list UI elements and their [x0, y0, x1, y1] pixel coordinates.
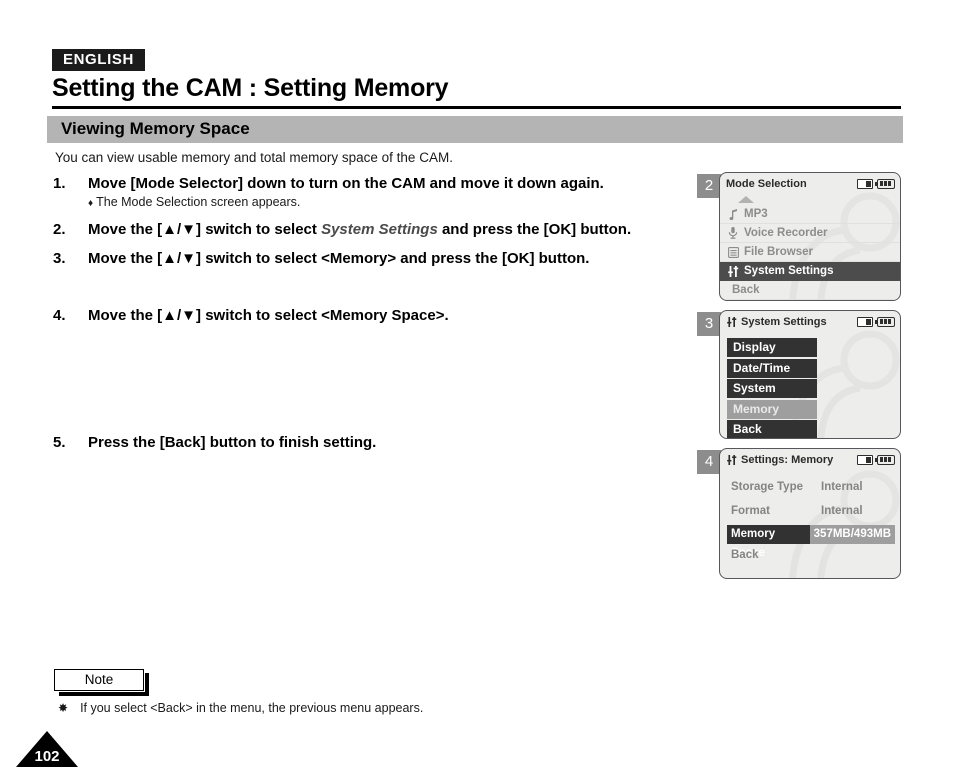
settings-sliders-icon — [726, 453, 738, 466]
title-divider — [52, 106, 901, 109]
setting-row-format[interactable]: Format Internal — [727, 501, 895, 520]
battery-icon — [875, 178, 895, 189]
menu-item-voice-recorder-label: Voice Recorder — [744, 227, 828, 239]
instruction-steps: 1. Move [Mode Selector] down to turn on … — [53, 175, 703, 451]
lcd-header-1: Mode Selection — [720, 173, 900, 194]
menu-item-file-browser[interactable]: File Browser — [720, 243, 900, 262]
note-bullet-icon: ✸ — [58, 701, 69, 715]
step-1-text: Move [Mode Selector] down to turn on the… — [88, 175, 604, 192]
note-label-box: Note — [54, 669, 149, 696]
step-3-number: 3. — [53, 250, 66, 267]
lcd-screen-mode-selection: Mode Selection MP3 Voice Recorder File B… — [719, 172, 901, 301]
lcd-title-2: System Settings — [741, 315, 827, 328]
setting-row-memory-space-value: 357MB/493MB — [809, 525, 895, 544]
lcd-status-icons-1 — [857, 178, 895, 189]
lcd-header-3: Settings: Memory — [720, 449, 900, 470]
section-header-bar: Viewing Memory Space — [47, 116, 903, 143]
microphone-icon — [727, 227, 739, 240]
menu-item-back-1[interactable]: Back — [720, 281, 900, 300]
step-4-text: Move the [▲/▼] switch to select <Memory … — [88, 307, 449, 324]
lcd-screen-system-settings: System Settings Display Date/Time System… — [719, 310, 901, 439]
page-number: 102 — [34, 748, 60, 765]
battery-icon — [875, 316, 895, 327]
step-1-number: 1. — [53, 175, 66, 192]
step-5-number: 5. — [53, 434, 66, 451]
menu-item-date-time[interactable]: Date/Time — [727, 358, 817, 378]
step-5: 5. Press the [Back] button to finish set… — [53, 434, 703, 451]
menu-item-file-browser-label: File Browser — [744, 246, 814, 258]
diamond-bullet-icon: ♦ — [88, 198, 94, 209]
menu-item-back-2[interactable]: Back — [727, 420, 817, 438]
note-text: If you select <Back> in the menu, the pr… — [80, 701, 424, 715]
step-4-number: 4. — [53, 307, 66, 324]
step-2-text: Move the [▲/▼] switch to select System S… — [88, 221, 703, 238]
section-title: Viewing Memory Space — [61, 119, 250, 138]
step-3-text: Move the [▲/▼] switch to select <Memory>… — [88, 250, 590, 267]
setting-row-storage-type-value: Internal — [821, 480, 863, 493]
intro-text: You can view usable memory and total mem… — [55, 150, 453, 165]
memory-card-icon — [857, 316, 873, 327]
settings-sliders-icon — [726, 315, 738, 328]
setting-row-memory-space-label: Memory Space — [727, 525, 810, 559]
music-note-icon — [727, 208, 739, 221]
memory-card-icon — [857, 454, 873, 465]
menu-item-display[interactable]: Display — [727, 338, 817, 357]
setting-row-memory-space[interactable]: Memory Space 357MB/493MB — [727, 525, 895, 559]
page-title: Setting the CAM : Setting Memory — [52, 74, 449, 102]
menu-item-voice-recorder[interactable]: Voice Recorder — [720, 224, 900, 243]
step-1-substep-text: The Mode Selection screen appears. — [96, 195, 301, 209]
setting-row-storage-type-label: Storage Type — [731, 480, 803, 493]
lcd-status-icons-3 — [857, 454, 895, 465]
language-badge: ENGLISH — [52, 49, 145, 71]
step-badge-4: 4 — [697, 450, 721, 474]
note-item: ✸ If you select <Back> in the menu, the … — [58, 701, 423, 715]
lcd-header-2: System Settings — [720, 311, 900, 332]
lcd-title-3: Settings: Memory — [741, 453, 834, 466]
step-3: 3. Move the [▲/▼] switch to select <Memo… — [53, 250, 703, 267]
scroll-up-arrow-icon[interactable] — [720, 194, 900, 205]
battery-icon — [875, 454, 895, 465]
step-2-text-post: and press the [OK] button. — [437, 221, 632, 238]
lcd-title-1: Mode Selection — [726, 177, 807, 190]
setting-row-format-value: Internal — [821, 504, 863, 517]
settings-sliders-icon — [727, 265, 739, 278]
step-badge-3: 3 — [697, 312, 721, 336]
step-2-number: 2. — [53, 221, 66, 238]
menu-item-system-settings[interactable]: System Settings — [720, 262, 900, 281]
menu-item-system-settings-label: System Settings — [744, 265, 834, 277]
step-2-menu-name: System Settings — [321, 221, 438, 238]
step-badge-2: 2 — [697, 174, 721, 198]
step-5-text: Press the [Back] button to finish settin… — [88, 434, 377, 451]
mode-selection-menu: MP3 Voice Recorder File Browser System S… — [720, 194, 900, 300]
page-number-marker: 102 — [16, 725, 78, 767]
menu-item-mp3-label: MP3 — [744, 208, 768, 220]
file-browser-icon — [727, 246, 739, 259]
menu-item-memory[interactable]: Memory — [727, 399, 817, 419]
step-4: 4. Move the [▲/▼] switch to select <Memo… — [53, 307, 703, 324]
step-2-text-pre: Move the [▲/▼] switch to select — [88, 221, 322, 238]
memory-settings-list: Storage Type Internal Format Internal Me… — [727, 477, 895, 561]
setting-row-format-label: Format — [731, 504, 770, 517]
menu-item-mp3[interactable]: MP3 — [720, 205, 900, 224]
system-settings-menu: Display Date/Time System Memory Back — [727, 338, 817, 438]
menu-item-back-3[interactable]: Back — [727, 549, 895, 561]
lcd-screen-settings-memory: Settings: Memory Storage Type Internal F… — [719, 448, 901, 579]
memory-card-icon — [857, 178, 873, 189]
setting-row-storage-type[interactable]: Storage Type Internal — [727, 477, 895, 496]
menu-item-system[interactable]: System — [727, 379, 817, 398]
step-1: 1. Move [Mode Selector] down to turn on … — [53, 175, 703, 192]
step-1-substep: ♦ The Mode Selection screen appears. — [88, 195, 703, 209]
step-2: 2. Move the [▲/▼] switch to select Syste… — [53, 221, 703, 238]
menu-item-back-1-label: Back — [732, 284, 760, 296]
note-label: Note — [84, 672, 114, 687]
lcd-status-icons-2 — [857, 316, 895, 327]
